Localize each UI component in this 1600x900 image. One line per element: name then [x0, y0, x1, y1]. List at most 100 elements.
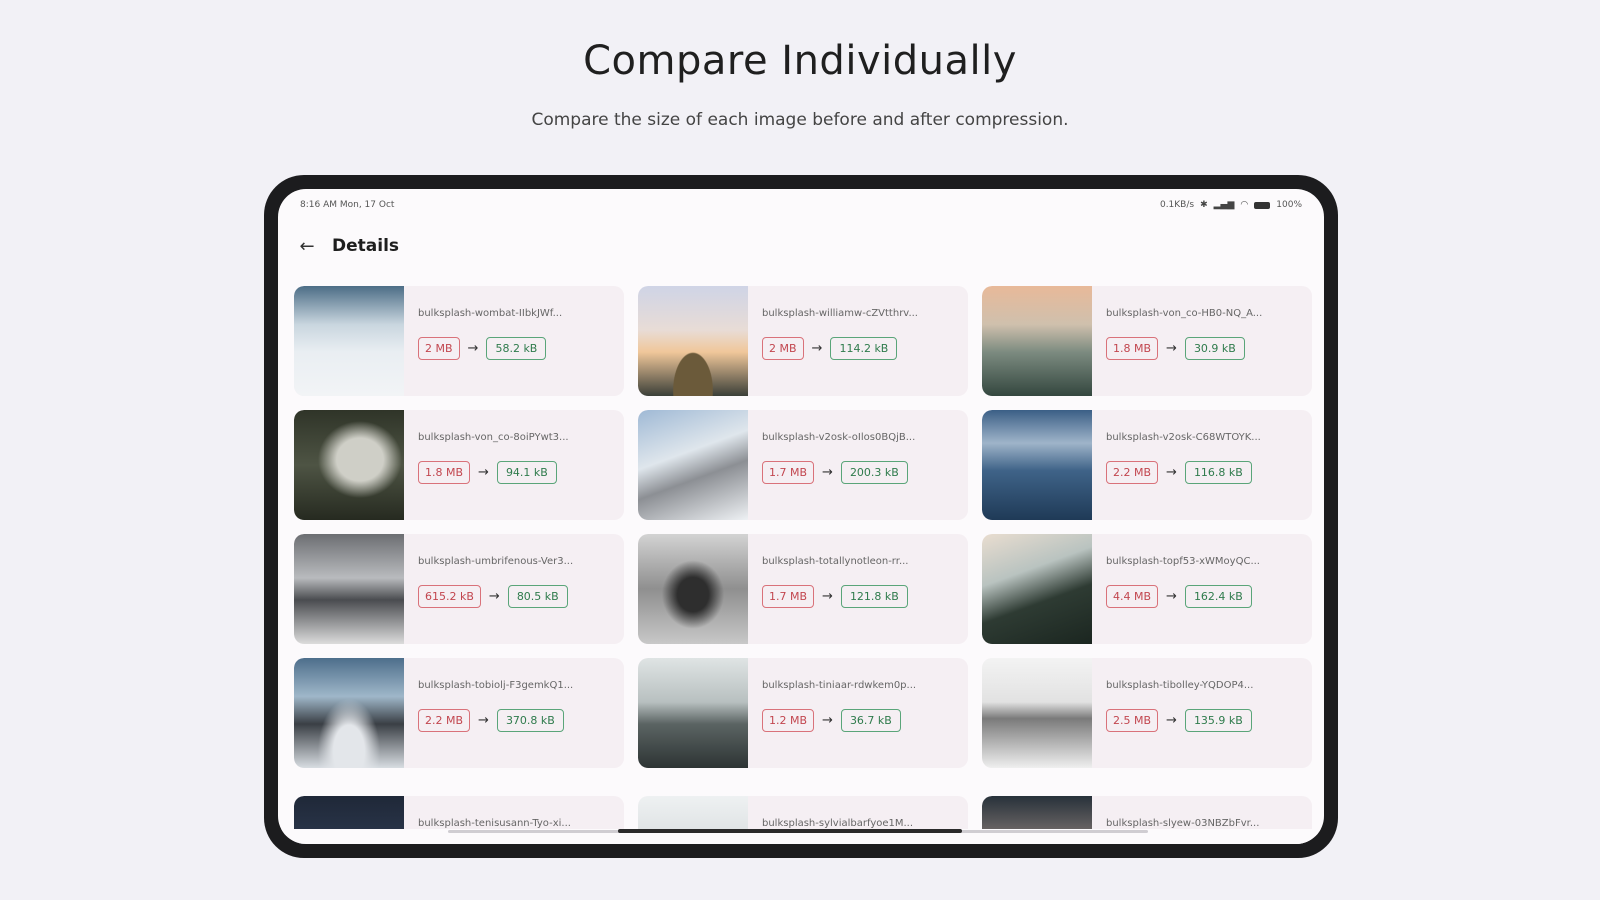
image-grid: bulksplash-wombat-IIbkJWf... 2 MB → 58.2 kB… [294, 286, 1312, 768]
back-button[interactable]: ← [292, 231, 322, 261]
size-after-badge: 114.2 kB [830, 337, 898, 360]
size-comparison: 4.4 MB → 162.4 kB [1106, 585, 1312, 608]
wifi-icon: ◠ [1240, 200, 1249, 210]
image-info: bulksplash-von_co-HB0-NQ_A... 1.8 MB → 30.9… [1092, 286, 1312, 396]
hero-subtitle: Compare the size of each image before an… [531, 110, 1069, 130]
image-filename: bulksplash-v2osk-C68WTOYK... [1106, 432, 1261, 443]
image-thumbnail [294, 286, 404, 396]
image-thumbnail [638, 286, 748, 396]
image-info: bulksplash-totallynotleon-rr... 1.7 MB → 12… [748, 534, 968, 644]
image-thumbnail [982, 658, 1092, 768]
size-comparison: 615.2 kB → 80.5 kB [418, 585, 624, 608]
arrow-right-icon: → [1166, 341, 1177, 356]
bluetooth-icon: ✱ [1200, 200, 1208, 210]
image-card[interactable]: bulksplash-v2osk-C68WTOYK... 2.2 MB → 116.8… [982, 410, 1312, 520]
size-comparison: 2.2 MB → 116.8 kB [1106, 461, 1312, 484]
size-comparison: 1.8 MB → 94.1 kB [418, 461, 624, 484]
status-bar: 8:16 AM Mon, 17 Oct 0.1KB/s ✱ ▂▄▆ ◠ 100% [300, 198, 1302, 212]
image-card[interactable]: bulksplash-v2osk-oIlos0BQjB... 1.7 MB → 200… [638, 410, 968, 520]
arrow-right-icon: → [467, 341, 479, 356]
image-thumbnail [982, 286, 1092, 396]
image-info: bulksplash-von_co-8oiPYwt3... 1.8 MB → 94.1… [404, 410, 624, 520]
size-after-badge: 121.8 kB [840, 585, 908, 608]
size-before-badge: 2.2 MB [418, 709, 471, 732]
size-comparison: 1.2 MB → 36.7 kB [762, 709, 968, 732]
arrow-right-icon: → [478, 713, 489, 728]
arrow-right-icon: → [1166, 713, 1177, 728]
size-before-badge: 1.8 MB [418, 461, 471, 484]
size-after-badge: 370.8 kB [496, 709, 564, 732]
status-time-date: 8:16 AM Mon, 17 Oct [300, 200, 395, 210]
size-after-badge: 162.4 kB [1184, 585, 1252, 608]
image-filename: bulksplash-tobiolj-F3gemkQ1... [418, 680, 574, 691]
image-card[interactable]: bulksplash-williamw-cZVtthrv... 2 MB → 114.… [638, 286, 968, 396]
image-card[interactable]: bulksplash-totallynotleon-rr... 1.7 MB → 12… [638, 534, 968, 644]
image-filename: bulksplash-topf53-xWMoyQC... [1106, 556, 1260, 567]
size-comparison: 2.2 MB → 370.8 kB [418, 709, 624, 732]
size-after-badge: 80.5 kB [507, 585, 568, 608]
arrow-right-icon: → [1166, 465, 1177, 480]
size-before-badge: 2 MB [418, 337, 460, 360]
image-thumbnail [294, 534, 404, 644]
size-before-badge: 1.2 MB [762, 709, 815, 732]
size-after-badge: 116.8 kB [1184, 461, 1252, 484]
size-before-badge: 1.7 MB [762, 461, 815, 484]
status-icons: 0.1KB/s ✱ ▂▄▆ ◠ 100% [1160, 200, 1302, 210]
image-info: bulksplash-topf53-xWMoyQC... 4.4 MB → 162.4… [1092, 534, 1312, 644]
image-card[interactable]: bulksplash-wombat-IIbkJWf... 2 MB → 58.2 kB [294, 286, 624, 396]
size-before-badge: 2 MB [762, 337, 804, 360]
image-filename: bulksplash-von_co-HB0-NQ_A... [1106, 308, 1263, 319]
size-after-badge: 94.1 kB [496, 461, 557, 484]
image-filename: bulksplash-williamw-cZVtthrv... [762, 308, 918, 319]
image-thumbnail [638, 410, 748, 520]
app-title: Details [332, 236, 400, 256]
image-thumbnail [982, 410, 1092, 520]
image-info: bulksplash-v2osk-oIlos0BQjB... 1.7 MB → 200… [748, 410, 968, 520]
image-info: bulksplash-v2osk-C68WTOYK... 2.2 MB → 116.8… [1092, 410, 1312, 520]
image-thumbnail [638, 658, 748, 768]
image-card[interactable]: bulksplash-von_co-8oiPYwt3... 1.8 MB → 94.1… [294, 410, 624, 520]
size-comparison: 2 MB → 114.2 kB [762, 337, 968, 360]
arrow-right-icon: → [822, 465, 833, 480]
size-comparison: 2.5 MB → 135.9 kB [1106, 709, 1312, 732]
arrow-left-icon: ← [299, 235, 315, 257]
image-thumbnail [638, 534, 748, 644]
image-thumbnail [982, 534, 1092, 644]
image-card[interactable]: bulksplash-tiniaar-rdwkem0p... 1.2 MB → 36.… [638, 658, 968, 768]
image-card[interactable]: bulksplash-topf53-xWMoyQC... 4.4 MB → 162.4… [982, 534, 1312, 644]
image-thumbnail [294, 410, 404, 520]
image-filename: bulksplash-wombat-IIbkJWf... [418, 308, 563, 319]
image-info: bulksplash-tibolley-YQDOP4... 2.5 MB → 135.… [1092, 658, 1312, 768]
image-card[interactable]: bulksplash-tibolley-YQDOP4... 2.5 MB → 135.… [982, 658, 1312, 768]
image-card[interactable]: bulksplash-umbrifenous-Ver3... 615.2 kB → 8… [294, 534, 624, 644]
image-info: bulksplash-tobiolj-F3gemkQ1... 2.2 MB → 370… [404, 658, 624, 768]
image-info: bulksplash-tiniaar-rdwkem0p... 1.2 MB → 36.… [748, 658, 968, 768]
image-info: bulksplash-wombat-IIbkJWf... 2 MB → 58.2 kB [404, 286, 624, 396]
size-after-badge: 30.9 kB [1184, 337, 1245, 360]
network-speed: 0.1KB/s [1159, 200, 1195, 210]
size-before-badge: 2.5 MB [1106, 709, 1159, 732]
image-filename: bulksplash-totallynotleon-rr... [762, 556, 909, 567]
scrollbar-thumb[interactable] [618, 829, 962, 833]
size-comparison: 1.7 MB → 121.8 kB [762, 585, 968, 608]
battery-level: 100% [1276, 200, 1302, 210]
size-after-badge: 36.7 kB [840, 709, 901, 732]
image-info: bulksplash-umbrifenous-Ver3... 615.2 kB → 8… [404, 534, 624, 644]
image-thumbnail [294, 658, 404, 768]
arrow-right-icon: → [811, 341, 823, 356]
size-before-badge: 1.7 MB [762, 585, 815, 608]
image-filename: bulksplash-tibolley-YQDOP4... [1106, 680, 1254, 691]
image-filename: bulksplash-v2osk-oIlos0BQjB... [762, 432, 916, 443]
image-info: bulksplash-williamw-cZVtthrv... 2 MB → 114.… [748, 286, 968, 396]
size-before-badge: 1.8 MB [1106, 337, 1159, 360]
arrow-right-icon: → [478, 465, 489, 480]
size-before-badge: 2.2 MB [1106, 461, 1159, 484]
arrow-right-icon: → [822, 713, 833, 728]
size-comparison: 2 MB → 58.2 kB [418, 337, 624, 360]
image-card[interactable]: bulksplash-von_co-HB0-NQ_A... 1.8 MB → 30.9… [982, 286, 1312, 396]
image-filename: bulksplash-umbrifenous-Ver3... [418, 556, 574, 567]
tablet-frame: 8:16 AM Mon, 17 Oct 0.1KB/s ✱ ▂▄▆ ◠ 100%… [264, 175, 1338, 858]
arrow-right-icon: → [822, 589, 833, 604]
image-card[interactable]: bulksplash-tobiolj-F3gemkQ1... 2.2 MB → 370… [294, 658, 624, 768]
image-filename: bulksplash-tenisusann-Tyo-xi... [418, 818, 571, 829]
